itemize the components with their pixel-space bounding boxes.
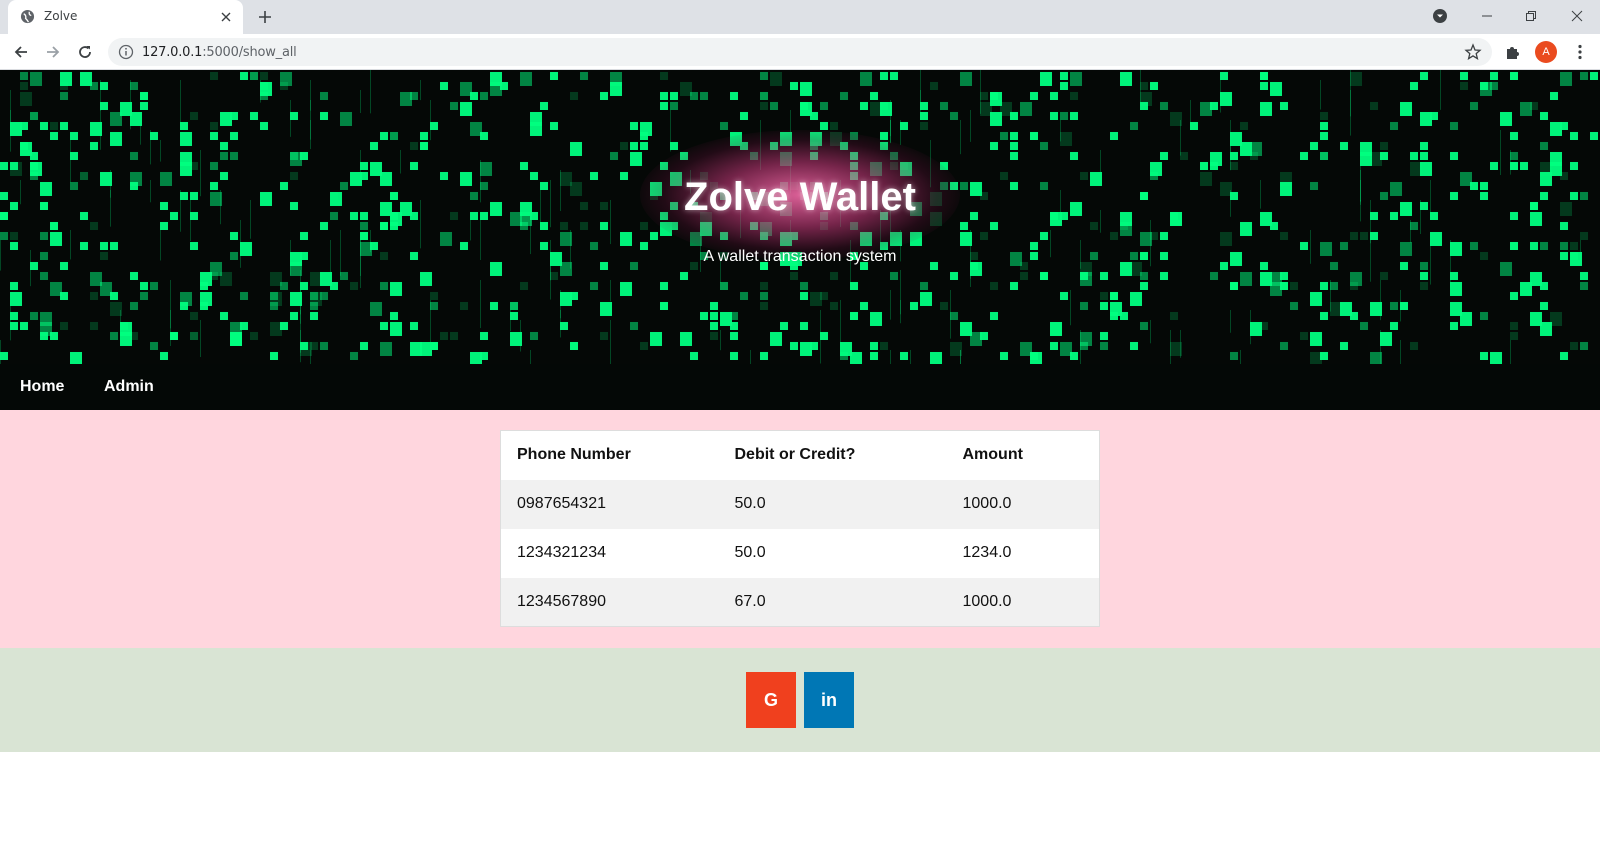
web-page: Zolve Wallet A wallet transaction system…	[0, 70, 1600, 860]
amount-cell: 1000.0	[962, 592, 1012, 610]
table-row: 1234321234 50.0 1234.0	[501, 529, 1100, 578]
reload-icon[interactable]	[72, 39, 98, 65]
tab-search-icon[interactable]	[1432, 8, 1448, 24]
amount-cell: 1000.0	[962, 495, 1012, 512]
globe-icon	[20, 9, 35, 24]
footer: G in	[0, 648, 1600, 752]
amount-cell: 1234.0	[962, 544, 1012, 561]
hero-banner: Zolve Wallet A wallet transaction system	[0, 70, 1600, 364]
debit-credit-cell: 67.0	[734, 592, 766, 610]
close-window-icon[interactable]	[1554, 0, 1600, 32]
table-row: 1234567890 67.0 1000.0	[500, 577, 1100, 627]
back-arrow-icon[interactable]	[8, 39, 34, 65]
forward-arrow-icon[interactable]	[40, 39, 66, 65]
browser-tab[interactable]: Zolve	[8, 0, 243, 34]
url-text: 127.0.0.1:5000/show_all	[142, 45, 297, 60]
browser-toolbar: 127.0.0.1:5000/show_all A	[0, 34, 1600, 70]
debit-credit-cell: 50.0	[734, 544, 766, 561]
site-title: Zolve Wallet	[684, 175, 916, 219]
linkedin-button[interactable]: in	[804, 672, 854, 728]
bookmark-star-icon[interactable]	[1464, 43, 1482, 61]
nav-admin-link[interactable]: Admin	[104, 378, 154, 396]
profile-avatar[interactable]: A	[1535, 41, 1557, 63]
debit-credit-cell: 50.0	[734, 495, 766, 512]
close-tab-icon[interactable]	[217, 8, 235, 26]
google-icon: G	[763, 689, 778, 710]
google-button[interactable]: G	[746, 672, 796, 728]
column-header: Debit or Credit?	[734, 446, 856, 464]
site-info-icon[interactable]	[118, 44, 134, 60]
phone-cell: 1234567890	[517, 592, 606, 610]
column-header: Amount	[962, 446, 1023, 464]
phone-cell: 0987654321	[517, 495, 606, 512]
restore-icon[interactable]	[1508, 0, 1554, 32]
kebab-menu-icon[interactable]	[1570, 41, 1590, 63]
table-row: 0987654321 50.0 1000.0	[500, 479, 1100, 529]
extensions-puzzle-icon[interactable]	[1503, 42, 1523, 62]
top-navbar: Home Admin	[0, 364, 1600, 410]
transactions-table: Phone Number Debit or Credit? Amount 098…	[500, 430, 1100, 627]
tab-title: Zolve	[44, 9, 78, 23]
minimize-icon[interactable]	[1464, 0, 1510, 32]
nav-home-link[interactable]: Home	[20, 378, 64, 396]
linkedin-icon: in	[821, 689, 837, 710]
table-header-row: Phone Number Debit or Credit? Amount	[501, 431, 1100, 480]
new-tab-icon[interactable]	[254, 6, 276, 28]
main-content: Phone Number Debit or Credit? Amount 098…	[0, 410, 1600, 648]
column-header: Phone Number	[517, 446, 631, 464]
browser-tab-strip: Zolve	[0, 0, 1600, 34]
phone-cell: 1234321234	[517, 544, 606, 561]
address-bar[interactable]: 127.0.0.1:5000/show_all	[108, 38, 1492, 66]
site-subtitle: A wallet transaction system	[703, 248, 897, 265]
